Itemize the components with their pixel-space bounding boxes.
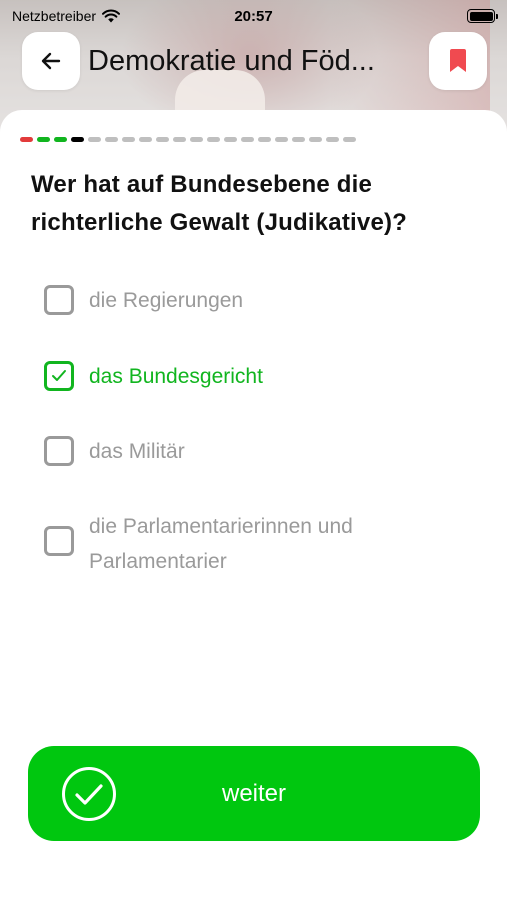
answer-label: das Bundesgericht xyxy=(89,365,263,388)
checkbox[interactable] xyxy=(44,436,74,466)
page-title: Demokratie und Föd... xyxy=(88,44,375,77)
answer-label: das Militär xyxy=(89,440,185,463)
progress-segment xyxy=(343,137,356,142)
progress-segment xyxy=(139,137,152,142)
wifi-icon xyxy=(102,9,121,23)
answer-label: die Parlamentarierinnen und Parlamentari… xyxy=(89,515,353,573)
progress-segment xyxy=(71,137,84,142)
progress-segment xyxy=(207,137,220,142)
progress-segment xyxy=(258,137,271,142)
carrier-label: Netzbetreiber xyxy=(12,8,97,24)
progress-segment xyxy=(156,137,169,142)
answer-option[interactable]: die Regierungen xyxy=(44,283,449,318)
question-text: Wer hat auf Bundesebene die richterliche… xyxy=(31,171,408,236)
progress-segment xyxy=(88,137,101,142)
progress-segment xyxy=(326,137,339,142)
checkbox[interactable] xyxy=(44,285,74,315)
answer-option[interactable]: das Militär xyxy=(44,434,449,469)
checkbox[interactable] xyxy=(44,526,74,556)
progress-segment xyxy=(105,137,118,142)
progress-segment xyxy=(241,137,254,142)
next-button-label: weiter xyxy=(221,779,287,807)
progress-segment xyxy=(54,137,67,142)
bookmark-icon xyxy=(450,49,466,72)
bookmark-button[interactable] xyxy=(429,32,487,90)
battery-icon xyxy=(467,9,498,23)
progress-segment xyxy=(292,137,305,142)
progress-segment xyxy=(309,137,322,142)
check-icon xyxy=(52,370,66,381)
progress-segment xyxy=(20,137,33,142)
progress-segment xyxy=(122,137,135,142)
arrow-left-icon xyxy=(41,52,61,70)
top-bar: Demokratie und Föd... xyxy=(22,32,487,90)
progress-segment xyxy=(224,137,237,142)
answer-option[interactable]: die Parlamentarierinnen und Parlamentari… xyxy=(44,509,429,579)
check-circle-icon xyxy=(62,767,116,821)
status-bar: Netzbetreiber 20:57 xyxy=(0,0,507,32)
progress-indicator xyxy=(20,137,356,142)
progress-segment xyxy=(190,137,203,142)
next-button[interactable]: weiter xyxy=(28,746,480,841)
back-button[interactable] xyxy=(22,32,80,90)
carrier: Netzbetreiber xyxy=(12,8,121,24)
progress-segment xyxy=(275,137,288,142)
progress-segment xyxy=(173,137,186,142)
answer-option[interactable]: das Bundesgericht xyxy=(44,359,449,394)
answer-label: die Regierungen xyxy=(89,289,244,312)
checkbox[interactable] xyxy=(44,361,74,391)
progress-segment xyxy=(37,137,50,142)
